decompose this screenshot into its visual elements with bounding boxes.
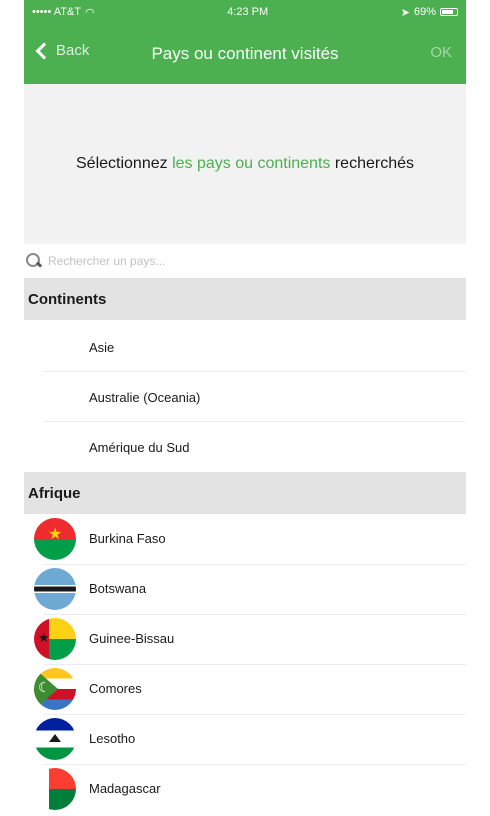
- back-label: Back: [56, 42, 90, 59]
- page-title: Pays ou continent visités: [151, 44, 339, 63]
- flag-guinea-bissau-icon: [34, 618, 76, 660]
- instruction-prefix: Sélectionnez: [76, 155, 173, 172]
- list-item-label: Botswana: [89, 581, 147, 596]
- chevron-left-icon: [35, 42, 53, 59]
- search-bar: [24, 244, 466, 278]
- list-item-label: Comores: [89, 681, 142, 696]
- back-button[interactable]: Back: [34, 42, 89, 59]
- instruction-text: Sélectionnez les pays ou continents rech…: [76, 155, 414, 173]
- list-item-guinee-bissau[interactable]: Guinee-Bissau: [24, 614, 466, 664]
- section-header-continents: Continents: [24, 278, 466, 320]
- instruction-panel: Sélectionnez les pays ou continents rech…: [24, 84, 466, 244]
- section-header-afrique: Afrique: [24, 472, 466, 514]
- battery-percent: 69%: [413, 6, 436, 18]
- status-bar: ••••• AT&T ◠ 4:23 PM ➤ 69%: [24, 0, 466, 24]
- list-item-comores[interactable]: Comores: [24, 664, 466, 714]
- list-item-burkina-faso[interactable]: Burkina Faso: [24, 514, 466, 564]
- location-icon: ➤: [400, 6, 410, 19]
- list-item-label: Amérique du Sud: [89, 439, 190, 455]
- flag-comoros-icon: [34, 668, 76, 710]
- flag-lesotho-icon: [34, 718, 76, 760]
- flag-botswana-icon: [34, 568, 76, 610]
- wifi-icon: ◠: [85, 6, 95, 19]
- ok-button[interactable]: OK: [430, 44, 452, 61]
- list-item-madagascar[interactable]: Madagascar: [24, 764, 466, 814]
- list-item-label: Asie: [89, 339, 115, 355]
- search-input[interactable]: [48, 254, 428, 268]
- list-item-lesotho[interactable]: Lesotho: [24, 714, 466, 764]
- nav-bar: Back Pays ou continent visités OK: [24, 24, 466, 84]
- list-item-australie[interactable]: Australie (Oceania): [24, 372, 466, 422]
- battery-icon: [440, 8, 458, 16]
- list-item-label: Lesotho: [89, 731, 136, 746]
- carrier-label: ••••• AT&T: [32, 6, 82, 18]
- status-time: 4:23 PM: [227, 6, 269, 18]
- instruction-accent: les pays ou continents: [172, 155, 331, 172]
- list-item-label: Madagascar: [89, 781, 161, 796]
- flag-madagascar-icon: [34, 768, 76, 810]
- list-item-asie[interactable]: Asie: [24, 322, 466, 372]
- search-icon: [26, 253, 42, 269]
- list-item-label: Guinee-Bissau: [89, 631, 175, 646]
- list-item-label: Burkina Faso: [89, 531, 166, 546]
- list-item-botswana[interactable]: Botswana: [24, 564, 466, 614]
- list-item-label: Australie (Oceania): [89, 389, 201, 405]
- instruction-suffix: recherchés: [330, 155, 414, 172]
- flag-burkina-faso-icon: [34, 518, 76, 560]
- list-item-amerique-du-sud[interactable]: Amérique du Sud: [24, 422, 466, 472]
